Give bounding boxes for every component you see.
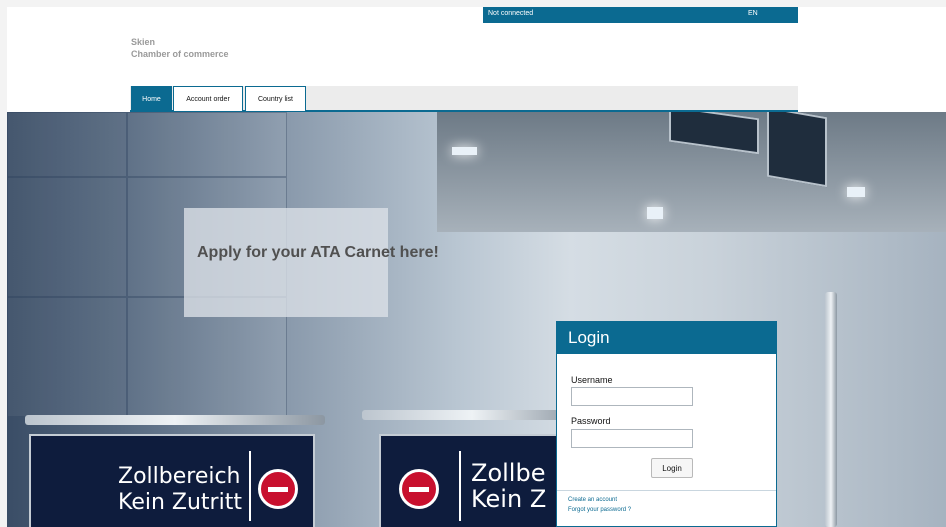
wall-panel xyxy=(127,112,287,177)
username-label: Username xyxy=(571,375,613,385)
tab-account-order[interactable]: Account order xyxy=(173,86,243,111)
login-title: Login xyxy=(557,322,776,354)
glass-door-frame xyxy=(825,292,837,527)
username-input[interactable] xyxy=(571,387,693,406)
tab-home[interactable]: Home xyxy=(131,86,172,111)
gate-rail xyxy=(362,410,582,420)
wall-panel xyxy=(7,112,127,177)
wall-panel xyxy=(7,297,127,417)
gate-rail xyxy=(25,415,325,425)
display-screen xyxy=(767,112,827,188)
login-button[interactable]: Login xyxy=(651,458,693,478)
customs-sign-line-2: Kein Z xyxy=(471,485,547,513)
ceiling-light xyxy=(847,187,865,197)
brand-name: Skien Chamber of commerce xyxy=(131,36,229,60)
forgot-password-link[interactable]: Forgot your password ? xyxy=(568,507,631,513)
customs-sign: Zollbereich Kein Zutritt xyxy=(29,434,315,527)
promo-heading: Apply for your ATA Carnet here! xyxy=(197,244,439,261)
create-account-link[interactable]: Create an account xyxy=(568,497,617,503)
customs-sign-line-1: Zollbe xyxy=(471,459,546,487)
sign-divider xyxy=(459,451,461,521)
connection-status: Not connected xyxy=(488,10,534,17)
login-panel: Login Username Password Login Create an … xyxy=(556,321,777,527)
hero-image: Zollbereich Kein Zutritt Zollbe Kein Z xyxy=(7,112,946,527)
language-selector[interactable]: EN xyxy=(748,10,758,17)
no-entry-sign-icon xyxy=(399,469,439,509)
brand-city: Skien xyxy=(131,37,156,47)
ceiling-light xyxy=(647,207,663,219)
customs-sign-line-2: Kein Zutritt xyxy=(118,490,242,515)
password-input[interactable] xyxy=(571,429,693,448)
login-divider xyxy=(557,490,776,491)
brand-organization: Chamber of commerce xyxy=(131,49,229,59)
ceiling-light xyxy=(452,147,477,155)
password-label: Password xyxy=(571,416,611,426)
status-bar: Not connected EN xyxy=(483,7,798,23)
tab-country-list[interactable]: Country list xyxy=(245,86,306,111)
no-entry-sign-icon xyxy=(258,469,298,509)
customs-sign-line-1: Zollbereich xyxy=(118,464,241,489)
promo-box: Apply for your ATA Carnet here! xyxy=(184,208,439,317)
wall-panel xyxy=(7,177,127,297)
sign-divider xyxy=(249,451,251,521)
